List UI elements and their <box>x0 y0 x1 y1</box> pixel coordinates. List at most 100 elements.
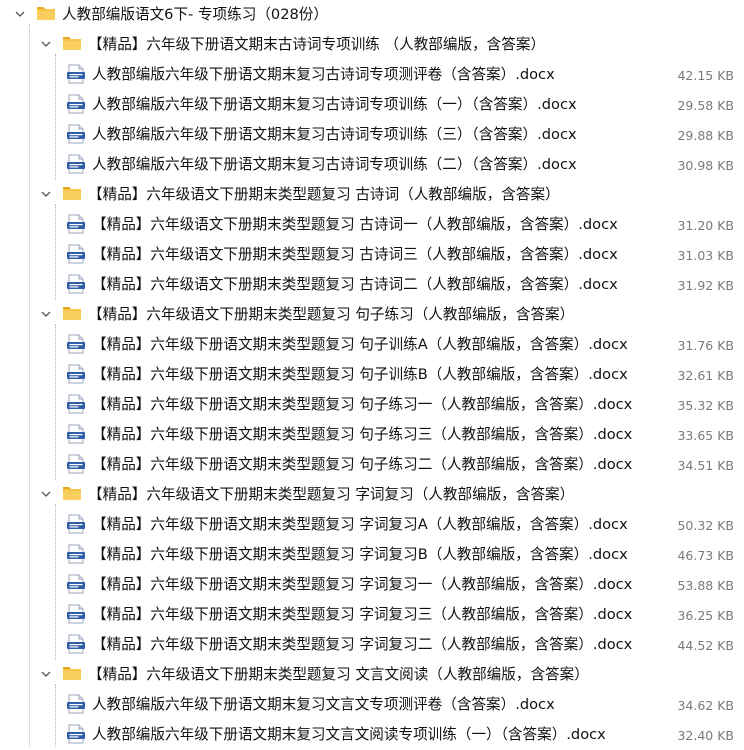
folder-label: 【精品】六年级下册语文期末古诗词专项训练 （人教部编版，含答案） <box>88 36 546 53</box>
file-row[interactable]: 【精品】六年级下册语文期末类型题复习 字词复习三（人教部编版，含答案）.docx… <box>0 600 744 630</box>
file-size: 34.62 KB <box>677 698 734 713</box>
file-size: 29.88 KB <box>677 128 734 143</box>
file-row[interactable]: 【精品】六年级语文下册期末类型题复习 古诗词一（人教部编版，含答案）.docx 3… <box>0 210 744 240</box>
folder-label: 【精品】六年级语文下册期末类型题复习 古诗词（人教部编版，含答案） <box>88 186 560 203</box>
folder-icon <box>62 304 82 322</box>
docx-file-icon <box>66 154 86 174</box>
file-row[interactable]: 【精品】六年级下册语文期末类型题复习 字词复习B（人教部编版，含答案）.docx… <box>0 540 744 570</box>
folder-row[interactable]: 【精品】六年级语文下册期末类型题复习 古诗词（人教部编版，含答案） <box>0 180 744 210</box>
file-name: 【精品】六年级下册语文期末类型题复习 字词复习B（人教部编版，含答案）.docx <box>92 546 628 563</box>
file-name: 【精品】六年级下册语文期末类型题复习 字词复习A（人教部编版，含答案）.docx <box>92 516 628 533</box>
file-row[interactable]: 【精品】六年级语文下册期末类型题复习 古诗词三（人教部编版，含答案）.docx 3… <box>0 240 744 270</box>
file-row[interactable]: 人教部编版六年级下册语文期末复习古诗词专项训练（一）（含答案）.docx 29.5… <box>0 90 744 120</box>
file-name: 【精品】六年级下册语文期末类型题复习 句子训练B（人教部编版，含答案）.docx <box>92 366 628 383</box>
folder-icon <box>62 34 82 52</box>
file-size: 46.73 KB <box>677 548 734 563</box>
folder-label: 【精品】六年级语文下册期末类型题复习 字词复习（人教部编版，含答案） <box>88 486 575 503</box>
file-size: 30.98 KB <box>677 158 734 173</box>
file-name: 【精品】六年级下册语文期末类型题复习 句子训练A（人教部编版，含答案）.docx <box>92 336 628 353</box>
file-name: 【精品】六年级下册语文期末类型题复习 句子练习二（人教部编版，含答案）.docx <box>92 456 633 473</box>
file-row[interactable]: 【精品】六年级下册语文期末类型题复习 字词复习二（人教部编版，含答案）.docx… <box>0 630 744 660</box>
file-name: 人教部编版六年级下册语文期末复习古诗词专项训练（二）（含答案）.docx <box>92 156 577 173</box>
folder-label: 【精品】六年级语文下册期末类型题复习 句子练习（人教部编版，含答案） <box>88 306 575 323</box>
file-row[interactable]: 【精品】六年级下册语文期末类型题复习 句子练习一（人教部编版，含答案）.docx… <box>0 390 744 420</box>
root-folder-label: 人教部编版语文6下- 专项练习（028份） <box>62 6 328 23</box>
docx-file-icon <box>66 64 86 84</box>
folder-row[interactable]: 【精品】六年级下册语文期末古诗词专项训练 （人教部编版，含答案） <box>0 30 744 60</box>
file-row[interactable]: 人教部编版六年级下册语文期末复习文言文专项测评卷（含答案）.docx 34.62 … <box>0 690 744 720</box>
file-name: 【精品】六年级下册语文期末类型题复习 字词复习三（人教部编版，含答案）.docx <box>92 606 633 623</box>
docx-file-icon <box>66 274 86 294</box>
docx-file-icon <box>66 454 86 474</box>
file-name: 人教部编版六年级下册语文期末复习文言文阅读专项训练（一）（含答案）.docx <box>92 726 606 743</box>
file-name: 人教部编版六年级下册语文期末复习古诗词专项训练（三）（含答案）.docx <box>92 126 577 143</box>
file-name: 【精品】六年级语文下册期末类型题复习 古诗词二（人教部编版，含答案）.docx <box>92 276 618 293</box>
tree-guide-line <box>55 324 56 480</box>
docx-file-icon <box>66 574 86 594</box>
file-size: 33.65 KB <box>677 428 734 443</box>
chevron-down-icon[interactable] <box>40 308 52 320</box>
docx-file-icon <box>66 94 86 114</box>
file-size: 32.61 KB <box>677 368 734 383</box>
file-size: 53.88 KB <box>677 578 734 593</box>
file-size: 50.32 KB <box>677 518 734 533</box>
file-name: 人教部编版六年级下册语文期末复习古诗词专项训练（一）（含答案）.docx <box>92 96 577 113</box>
docx-file-icon <box>66 634 86 654</box>
file-size: 31.76 KB <box>677 338 734 353</box>
file-row[interactable]: 【精品】六年级下册语文期末类型题复习 句子训练B（人教部编版，含答案）.docx… <box>0 360 744 390</box>
folder-row[interactable]: 【精品】六年级语文下册期末类型题复习 句子练习（人教部编版，含答案） <box>0 300 744 330</box>
docx-file-icon <box>66 214 86 234</box>
file-row[interactable]: 【精品】六年级下册语文期末类型题复习 句子练习二（人教部编版，含答案）.docx… <box>0 450 744 480</box>
docx-file-icon <box>66 244 86 264</box>
file-name: 【精品】六年级语文下册期末类型题复习 古诗词三（人教部编版，含答案）.docx <box>92 246 618 263</box>
chevron-down-icon[interactable] <box>14 8 26 20</box>
file-name: 【精品】六年级下册语文期末类型题复习 字词复习二（人教部编版，含答案）.docx <box>92 636 633 653</box>
file-row[interactable]: 人教部编版六年级下册语文期末复习古诗词专项训练（二）（含答案）.docx 30.9… <box>0 150 744 180</box>
file-name: 【精品】六年级下册语文期末类型题复习 字词复习一（人教部编版，含答案）.docx <box>92 576 633 593</box>
tree-guide-line <box>29 24 30 746</box>
file-size: 35.32 KB <box>677 398 734 413</box>
chevron-down-icon[interactable] <box>40 488 52 500</box>
file-row[interactable]: 【精品】六年级语文下册期末类型题复习 古诗词二（人教部编版，含答案）.docx 3… <box>0 270 744 300</box>
docx-file-icon <box>66 394 86 414</box>
docx-file-icon <box>66 334 86 354</box>
file-tree: 人教部编版语文6下- 专项练习（028份） 【精品】六年级下册语文期末古诗词专项… <box>0 0 744 746</box>
file-row[interactable]: 人教部编版六年级下册语文期末复习古诗词专项训练（三）（含答案）.docx 29.8… <box>0 120 744 150</box>
docx-file-icon <box>66 544 86 564</box>
file-row[interactable]: 【精品】六年级下册语文期末类型题复习 句子训练A（人教部编版，含答案）.docx… <box>0 330 744 360</box>
tree-root-row[interactable]: 人教部编版语文6下- 专项练习（028份） <box>0 0 744 30</box>
docx-file-icon <box>66 694 86 714</box>
file-row[interactable]: 人教部编版六年级下册语文期末复习古诗词专项测评卷（含答案）.docx 42.15 … <box>0 60 744 90</box>
file-name: 人教部编版六年级下册语文期末复习古诗词专项测评卷（含答案）.docx <box>92 66 555 83</box>
chevron-down-icon[interactable] <box>40 38 52 50</box>
file-row[interactable]: 【精品】六年级下册语文期末类型题复习 字词复习一（人教部编版，含答案）.docx… <box>0 570 744 600</box>
tree-guide-line <box>55 684 56 746</box>
chevron-down-icon[interactable] <box>40 668 52 680</box>
file-size: 42.15 KB <box>677 68 734 83</box>
file-name: 【精品】六年级语文下册期末类型题复习 古诗词一（人教部编版，含答案）.docx <box>92 216 618 233</box>
file-size: 32.40 KB <box>677 728 734 743</box>
folder-label: 【精品】六年级语文下册期末类型题复习 文言文阅读（人教部编版，含答案） <box>88 666 589 683</box>
folder-icon <box>36 4 56 22</box>
tree-guide-line <box>55 54 56 180</box>
docx-file-icon <box>66 724 86 744</box>
docx-file-icon <box>66 124 86 144</box>
folder-icon <box>62 184 82 202</box>
docx-file-icon <box>66 364 86 384</box>
file-size: 34.51 KB <box>677 458 734 473</box>
file-name: 【精品】六年级下册语文期末类型题复习 句子练习三（人教部编版，含答案）.docx <box>92 426 633 443</box>
folder-row[interactable]: 【精品】六年级语文下册期末类型题复习 字词复习（人教部编版，含答案） <box>0 480 744 510</box>
file-size: 31.03 KB <box>677 248 734 263</box>
file-row[interactable]: 【精品】六年级下册语文期末类型题复习 句子练习三（人教部编版，含答案）.docx… <box>0 420 744 450</box>
file-size: 31.20 KB <box>677 218 734 233</box>
file-size: 29.58 KB <box>677 98 734 113</box>
file-size: 44.52 KB <box>677 638 734 653</box>
folder-row[interactable]: 【精品】六年级语文下册期末类型题复习 文言文阅读（人教部编版，含答案） <box>0 660 744 690</box>
file-size: 36.25 KB <box>677 608 734 623</box>
chevron-down-icon[interactable] <box>40 188 52 200</box>
docx-file-icon <box>66 424 86 444</box>
file-name: 【精品】六年级下册语文期末类型题复习 句子练习一（人教部编版，含答案）.docx <box>92 396 633 413</box>
file-row[interactable]: 【精品】六年级下册语文期末类型题复习 字词复习A（人教部编版，含答案）.docx… <box>0 510 744 540</box>
tree-guide-line <box>55 204 56 300</box>
file-size: 31.92 KB <box>677 278 734 293</box>
